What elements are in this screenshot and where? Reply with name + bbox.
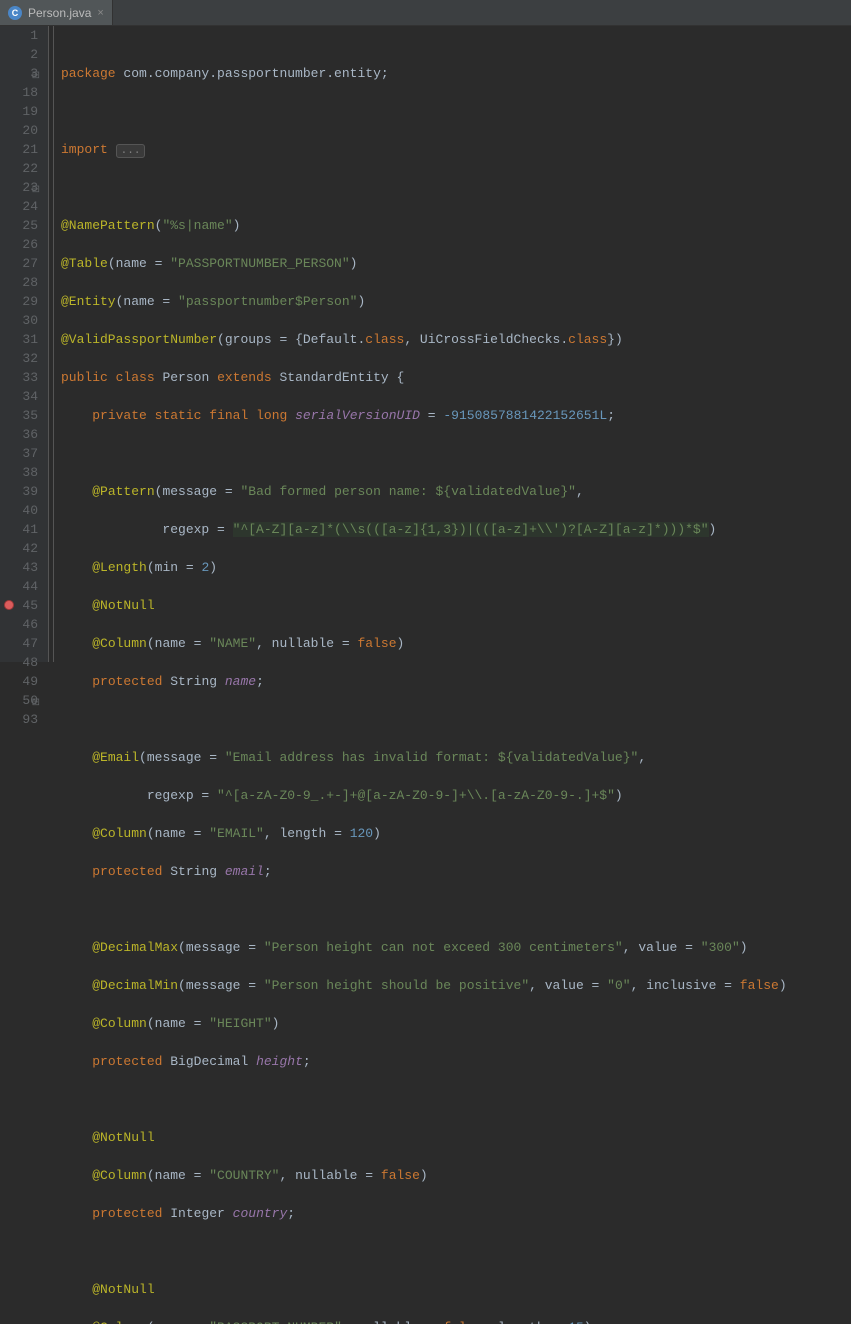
tab-filename: Person.java xyxy=(28,6,91,20)
gutter: 1 2 3⊞ 18 19 20 21 22 23⊟ 24 25 26 27 28… xyxy=(0,26,48,662)
import-fold[interactable]: ... xyxy=(116,144,146,158)
code-editor[interactable]: 1 2 3⊞ 18 19 20 21 22 23⊟ 24 25 26 27 28… xyxy=(0,26,851,662)
code-area[interactable]: package com.company.passportnumber.entit… xyxy=(48,26,851,662)
file-tab[interactable]: C Person.java × xyxy=(0,0,113,25)
tab-bar: C Person.java × xyxy=(0,0,851,26)
class-icon: C xyxy=(8,6,22,20)
close-icon[interactable]: × xyxy=(97,7,103,19)
error-marker[interactable] xyxy=(4,600,14,610)
